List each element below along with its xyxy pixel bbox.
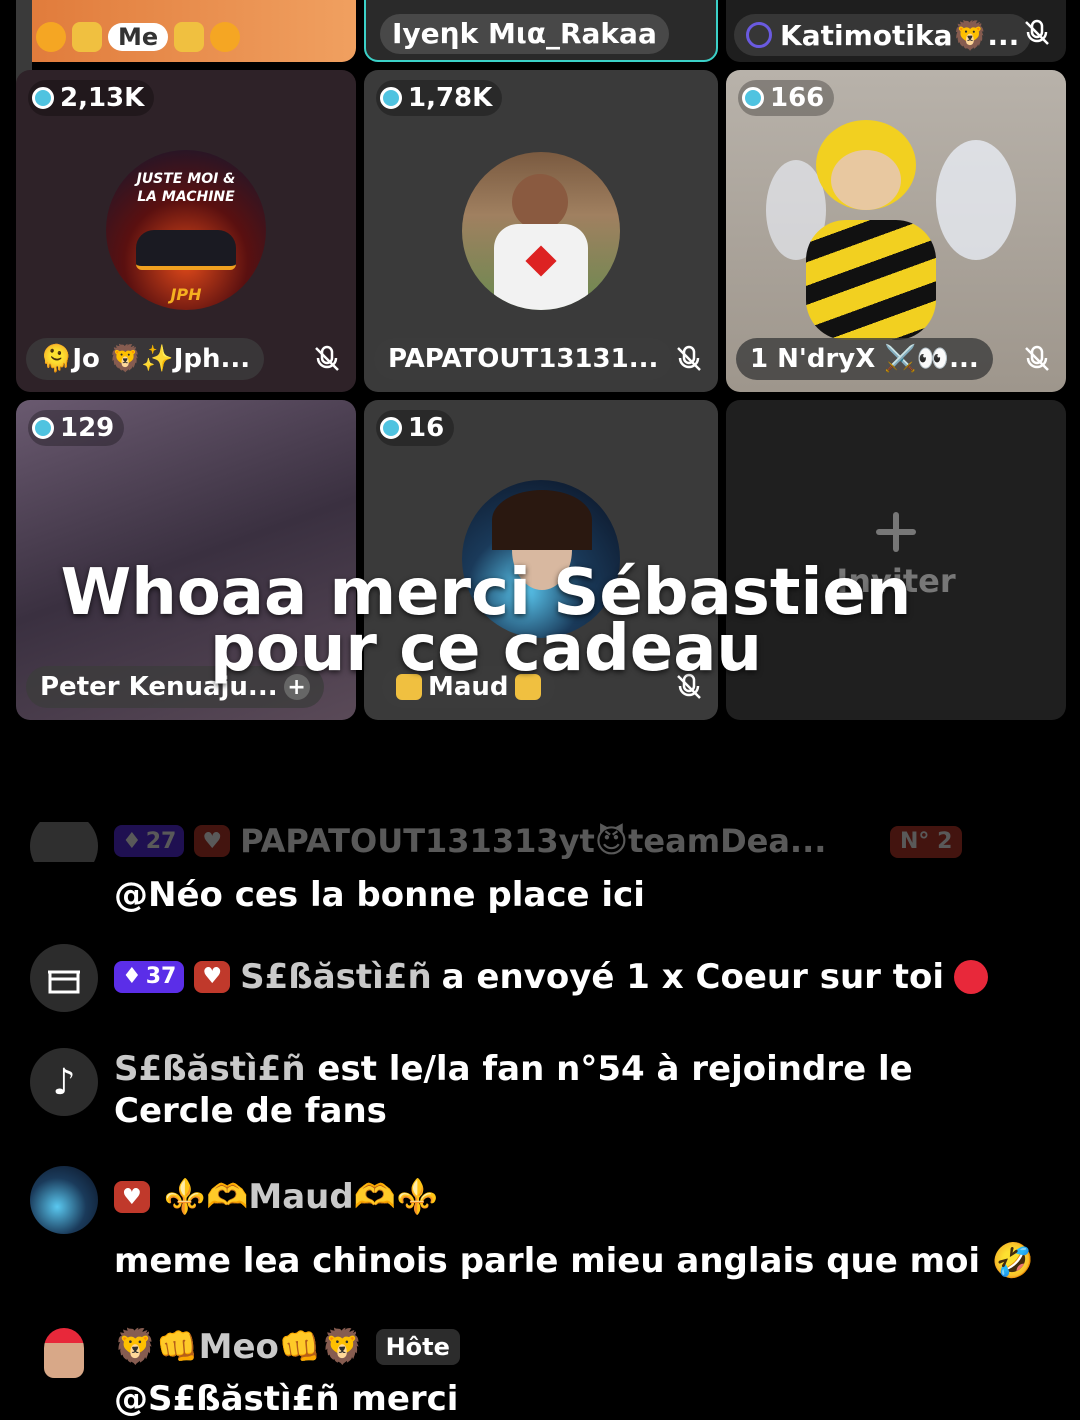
top-tile-center[interactable]: Iyeηk Mια_Rakaa xyxy=(364,0,718,62)
fan-badge: ♥ xyxy=(194,961,231,993)
guest-tile-2[interactable]: 1,78K PAPATOUT13131... xyxy=(364,70,718,392)
top-tile-left[interactable]: Me xyxy=(16,0,356,62)
lion-icon xyxy=(36,22,66,52)
fan-badge: ♥ xyxy=(114,1181,150,1213)
chat-row-faded: ♦ 27 ♥ PAPATOUT131313yt😈teamDea... N° 2 xyxy=(0,822,1080,862)
avatar[interactable] xyxy=(30,1166,98,1234)
avatar[interactable] xyxy=(30,822,98,862)
diamond-icon: ♦ xyxy=(122,964,142,989)
viewer-count-badge: 129 xyxy=(28,410,125,446)
guest-avatar xyxy=(462,152,620,310)
gem-icon xyxy=(380,87,402,109)
top-tile-left-label: Me xyxy=(36,22,241,52)
rank-badge: N° 2 xyxy=(890,826,963,858)
hand-heart-icon xyxy=(44,1328,84,1378)
viewer-count-badge: 16 xyxy=(376,410,455,446)
mic-muted-icon xyxy=(677,345,701,371)
mic-muted-icon xyxy=(1025,345,1049,371)
cat-bee-image xyxy=(766,110,1016,360)
username[interactable]: 🦁👊Meo👊🦁 xyxy=(114,1326,364,1368)
level-badge: ♦ 27 xyxy=(114,825,185,857)
username[interactable]: S£ßăstì£ñ xyxy=(114,1049,306,1089)
heart-gift-icon xyxy=(954,960,989,994)
gem-icon xyxy=(380,417,402,439)
gem-icon xyxy=(32,417,54,439)
top-tile-right-name: Katimotika🦁... xyxy=(734,14,1032,56)
message-text: @S£ßăstì£ñ merci xyxy=(114,1379,459,1419)
gift-action-text: a envoyé 1 x Coeur sur toi xyxy=(441,957,945,997)
guest-name: 1 N'dryX ⚔️👀... xyxy=(736,338,993,380)
gem-icon xyxy=(32,87,54,109)
guest-name: 🫠Jo 🦁✨Jph... xyxy=(26,338,265,380)
viewer-count-badge: 1,78K xyxy=(376,80,503,116)
gift-icon xyxy=(30,944,98,1012)
username[interactable]: S£ßăstì£ñ xyxy=(240,956,432,998)
lion-icon xyxy=(210,22,241,52)
top-tile-center-name: Iyeηk Mια_Rakaa xyxy=(380,14,669,54)
tiktok-icon: ♪ xyxy=(30,1048,98,1116)
plus-icon xyxy=(876,512,916,552)
gem-icon xyxy=(742,87,764,109)
fan-badge: ♥ xyxy=(194,825,231,857)
username[interactable]: ⚜️🫶Maud🫶⚜️ xyxy=(164,1176,439,1218)
overlay-caption: Whoaa merci Sébastien pour ce cadeau xyxy=(60,556,912,686)
fist-icon xyxy=(174,22,205,52)
mic-muted-icon xyxy=(1025,19,1049,45)
car-shape xyxy=(136,230,236,270)
top-tile-right[interactable]: Katimotika🦁... xyxy=(726,0,1066,62)
host-badge: Hôte xyxy=(375,1329,460,1365)
guest-name: PAPATOUT13131... xyxy=(374,338,672,380)
guest-avatar: JUSTE MOI & LA MACHINE JPH xyxy=(106,150,266,310)
message-text: @Néo ces la bonne place ici xyxy=(114,875,645,915)
diamond-icon: ♦ xyxy=(122,828,142,854)
guest-tile-1[interactable]: 2,13K JUSTE MOI & LA MACHINE JPH 🫠Jo 🦁✨J… xyxy=(16,70,356,392)
message-text: meme lea chinois parle mieu anglais que … xyxy=(114,1241,1035,1281)
fist-icon xyxy=(72,22,102,52)
mic-muted-icon xyxy=(315,345,339,371)
viewer-count-badge: 2,13K xyxy=(28,80,155,116)
level-badge: ♦ 37 xyxy=(114,961,185,993)
fingerprint-icon xyxy=(746,22,772,48)
guest-tile-3[interactable]: 166 1 N'dryX ⚔️👀... xyxy=(726,70,1066,392)
